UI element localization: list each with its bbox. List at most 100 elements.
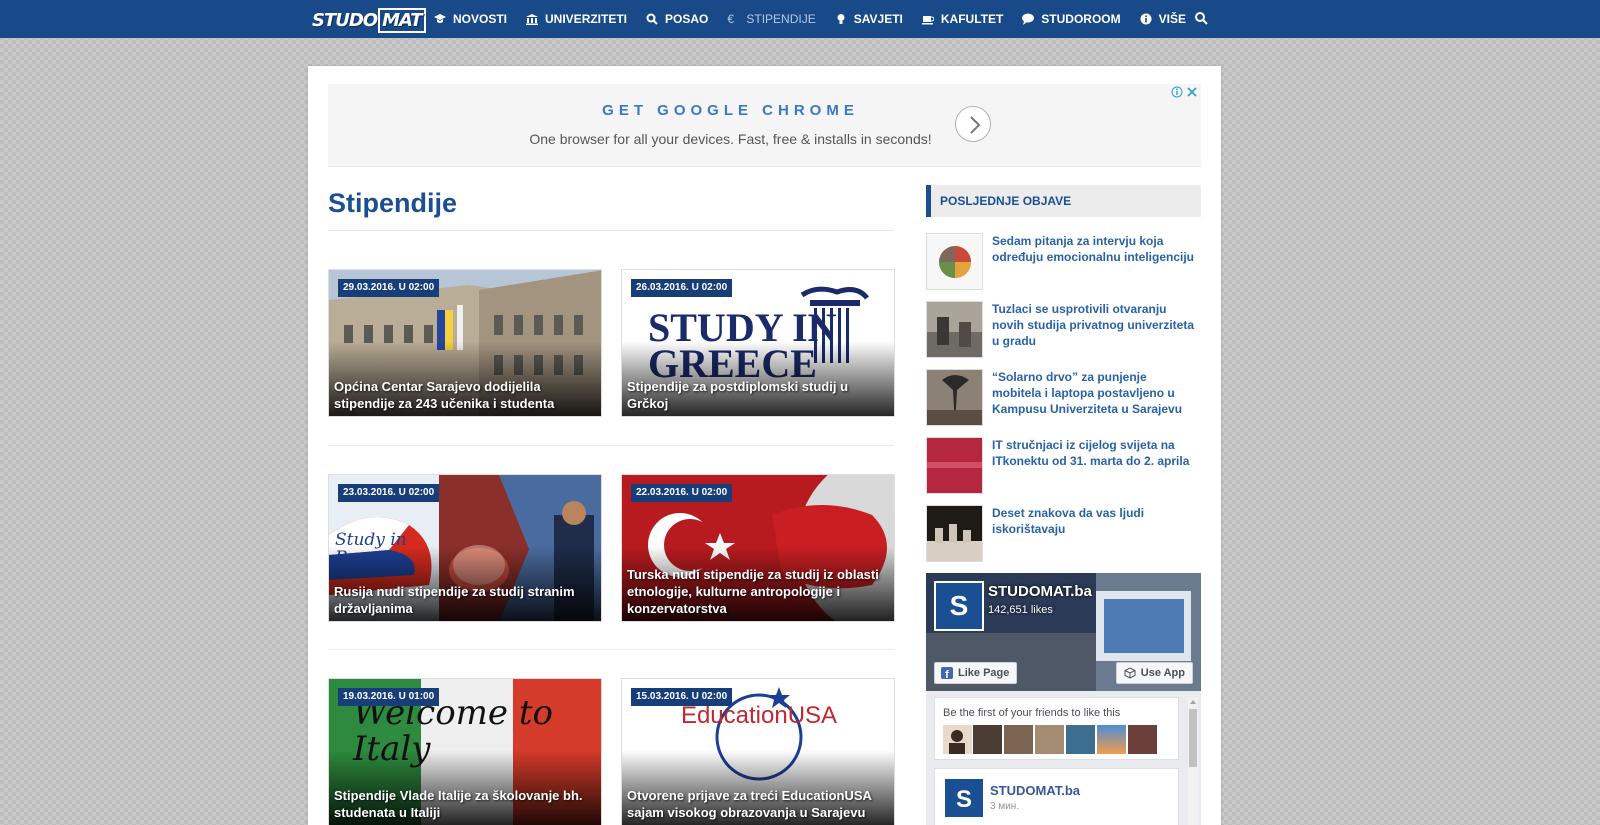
- friends-like-box: Be the first of your friends to like thi…: [934, 697, 1179, 760]
- post-title[interactable]: “Solarno drvo” za punjenje mobitela i la…: [992, 369, 1197, 417]
- friend-avatar[interactable]: [1097, 725, 1126, 754]
- institution-icon: [526, 14, 539, 25]
- nav-item-univerziteti[interactable]: UNIVERZITETI: [526, 12, 627, 26]
- nav-item-novosti[interactable]: NOVOSTI: [434, 12, 507, 26]
- post-timestamp[interactable]: 3 мин.: [990, 801, 1019, 812]
- post-title[interactable]: IT stručnjaci iz cijelog svijeta na ITko…: [992, 437, 1197, 469]
- post-thumbnail: [926, 505, 983, 562]
- svg-text:f: f: [945, 669, 949, 679]
- nav-label: STUDOROOM: [1041, 12, 1121, 26]
- sidebar-post[interactable]: Deset znakova da vas ljudi iskorištavaju: [926, 505, 1201, 563]
- widget-scrollbar[interactable]: [1188, 697, 1198, 825]
- date-badge: 19.03.2016. U 01:00: [338, 688, 440, 706]
- article-title[interactable]: Stipendije Vlade Italije za školovanje b…: [334, 787, 593, 821]
- svg-text:S: S: [950, 590, 969, 621]
- article-card[interactable]: Study in Russia 23.03.2016. U 02:00 Rusi…: [328, 474, 602, 622]
- facebook-page-name[interactable]: STUDOMAT.ba: [988, 583, 1092, 600]
- chevron-right-icon: [970, 116, 981, 134]
- date-badge: 29.03.2016. U 02:00: [338, 279, 440, 297]
- nav-label: UNIVERZITETI: [545, 12, 628, 26]
- ad-close-icon[interactable]: [1186, 86, 1198, 98]
- scrollbar-thumb[interactable]: [1189, 709, 1197, 767]
- search-icon: [646, 13, 658, 25]
- friend-avatar[interactable]: [1128, 725, 1157, 754]
- nav-label: VIŠE: [1158, 12, 1186, 26]
- facebook-likes-count: 142,651 likes: [988, 604, 1053, 616]
- euro-icon: €: [727, 12, 735, 26]
- article-card[interactable]: STUDY IN GREECE 26.03.2016. U 02:00 Stip…: [621, 269, 895, 417]
- date-badge: 23.03.2016. U 02:00: [338, 484, 440, 502]
- lightbulb-icon: [837, 14, 845, 24]
- article-title[interactable]: Turska nudi stipendije za studij iz obla…: [627, 566, 886, 617]
- nav-label: KAFULTET: [940, 12, 1004, 26]
- nav-item-stipendije[interactable]: € STIPENDIJE: [727, 12, 815, 26]
- post-thumbnail: [926, 437, 983, 494]
- page-title: Stipendije: [328, 188, 458, 218]
- sidebar-post[interactable]: IT stručnjaci iz cijelog svijeta na ITko…: [926, 437, 1201, 495]
- chat-icon: [1022, 13, 1035, 25]
- friend-avatar[interactable]: [1066, 725, 1095, 754]
- row-divider: [328, 445, 894, 446]
- top-navigation-bar: STUDO MAT NOVOSTI UNIVERZITETI POSAO € ST…: [0, 0, 1600, 38]
- post-thumbnail: [926, 233, 983, 290]
- mortarboard-icon: [434, 14, 446, 23]
- row-divider: [328, 649, 894, 650]
- facebook-icon: f: [941, 667, 953, 679]
- date-badge: 22.03.2016. U 02:00: [631, 484, 733, 502]
- facebook-page-widget: S STUDOMAT.ba 142,651 likes f Like Page …: [926, 573, 1201, 825]
- like-page-label: Like Page: [958, 667, 1010, 679]
- nav-item-kafultet[interactable]: KAFULTET: [921, 12, 1004, 26]
- post-thumbnail: [926, 369, 983, 426]
- friend-avatar[interactable]: [973, 725, 1002, 754]
- nav-item-savjeti[interactable]: SAVJETI: [835, 12, 903, 26]
- coffee-icon: [921, 16, 934, 25]
- article-card[interactable]: EducationUSA 15.03.2016. U 02:00 Otvoren…: [621, 678, 895, 825]
- scroll-up-icon[interactable]: [1188, 697, 1198, 707]
- facebook-cover: S STUDOMAT.ba 142,651 likes f Like Page …: [926, 573, 1201, 691]
- studomat-logo[interactable]: STUDO MAT: [312, 8, 426, 33]
- cube-icon: [1124, 667, 1136, 679]
- use-app-button[interactable]: Use App: [1115, 662, 1193, 684]
- like-page-button[interactable]: f Like Page: [934, 662, 1018, 684]
- date-badge: 15.03.2016. U 02:00: [631, 688, 733, 706]
- friend-avatar[interactable]: [1004, 725, 1033, 754]
- article-title[interactable]: Rusija nudi stipendije za studij stranim…: [334, 583, 593, 617]
- sidebar-post[interactable]: Tuzlaci se usprotivili otvaranju novih s…: [926, 301, 1201, 359]
- friend-avatar[interactable]: [1035, 725, 1064, 754]
- friend-avatar[interactable]: [943, 725, 972, 754]
- post-page-logo[interactable]: S: [945, 779, 983, 817]
- ad-title: GET GOOGLE CHROME: [602, 102, 859, 119]
- ad-info-icon[interactable]: [1171, 86, 1183, 98]
- nav-label: STIPENDIJE: [746, 12, 816, 26]
- ad-subtitle: One browser for all your devices. Fast, …: [529, 131, 932, 147]
- article-title[interactable]: Stipendije za postdiplomski studij u Grč…: [627, 378, 886, 412]
- main-menu: NOVOSTI UNIVERZITETI POSAO € STIPENDIJE …: [434, 0, 1205, 38]
- sidebar-post[interactable]: “Solarno drvo” za punjenje mobitela i la…: [926, 369, 1201, 427]
- article-card[interactable]: Welcome to Italy 19.03.2016. U 01:00 Sti…: [328, 678, 602, 825]
- nav-item-posao[interactable]: POSAO: [646, 12, 708, 26]
- nav-item-vise[interactable]: VIŠE: [1140, 12, 1186, 26]
- nav-label: NOVOSTI: [453, 12, 508, 26]
- title-divider: [328, 230, 894, 231]
- article-card[interactable]: 29.03.2016. U 02:00 Općina Centar Saraje…: [328, 269, 602, 417]
- article-card[interactable]: 22.03.2016. U 02:00 Turska nudi stipendi…: [621, 474, 895, 622]
- post-page-name[interactable]: STUDOMAT.ba: [990, 783, 1080, 798]
- ad-banner[interactable]: GET GOOGLE CHROME One browser for all yo…: [328, 84, 1201, 167]
- post-title[interactable]: Tuzlaci se usprotivili otvaranju novih s…: [992, 301, 1197, 349]
- sidebar-post[interactable]: Sedam pitanja za intervju koja određuju …: [926, 233, 1201, 291]
- friends-text: Be the first of your friends to like thi…: [943, 707, 1121, 719]
- ad-next-button[interactable]: [955, 106, 991, 142]
- nav-item-studoroom[interactable]: STUDOROOM: [1022, 12, 1121, 26]
- facebook-post: S STUDOMAT.ba 3 мин.: [934, 768, 1179, 825]
- use-app-label: Use App: [1140, 667, 1185, 679]
- nav-label: POSAO: [665, 12, 709, 26]
- facebook-page-logo[interactable]: S: [934, 581, 984, 631]
- nav-label: SAVJETI: [853, 12, 903, 26]
- post-title[interactable]: Deset znakova da vas ljudi iskorištavaju: [992, 505, 1197, 537]
- search-icon[interactable]: [1194, 11, 1208, 25]
- article-title[interactable]: Općina Centar Sarajevo dodijelila stipen…: [334, 378, 593, 412]
- article-title[interactable]: Otvorene prijave za treći EducationUSA s…: [627, 787, 886, 821]
- post-title[interactable]: Sedam pitanja za intervju koja određuju …: [992, 233, 1197, 265]
- education-usa-text: EducationUSA: [680, 702, 838, 729]
- date-badge: 26.03.2016. U 02:00: [631, 279, 733, 297]
